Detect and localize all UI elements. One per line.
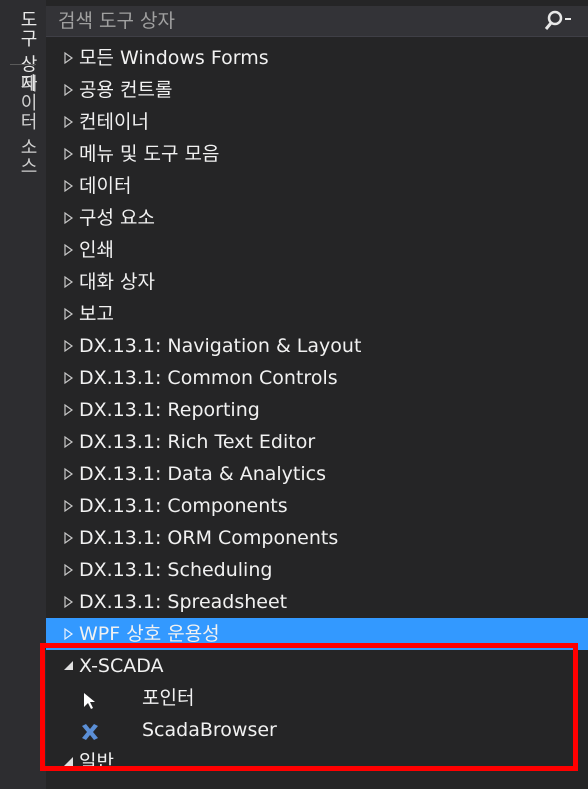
search-input[interactable] bbox=[58, 6, 518, 36]
expand-triangle-icon[interactable] bbox=[62, 266, 76, 298]
group-dx-scheduling[interactable]: DX.13.1: Scheduling bbox=[46, 554, 588, 586]
expand-triangle-icon[interactable] bbox=[62, 42, 76, 74]
scadabrowser-icon bbox=[80, 720, 100, 740]
expand-triangle-icon[interactable] bbox=[62, 426, 76, 458]
group-dx-spreadsheet[interactable]: DX.13.1: Spreadsheet bbox=[46, 586, 588, 618]
tab-datasource[interactable]: 데이터 소스 bbox=[14, 74, 40, 176]
expand-triangle-icon[interactable] bbox=[62, 330, 76, 362]
expand-triangle-icon[interactable] bbox=[62, 74, 76, 106]
expand-triangle-icon[interactable] bbox=[62, 458, 76, 490]
toolbox-tree: 모든 Windows Forms 공용 컨트롤 컨테이너 메뉴 및 도구 모음 … bbox=[46, 42, 588, 778]
group-dx-common-controls[interactable]: DX.13.1: Common Controls bbox=[46, 362, 588, 394]
expand-triangle-icon[interactable] bbox=[62, 202, 76, 234]
group-dx-rich-text-editor[interactable]: DX.13.1: Rich Text Editor bbox=[46, 426, 588, 458]
group-printing[interactable]: 인쇄 bbox=[46, 234, 588, 266]
expand-triangle-icon[interactable] bbox=[62, 234, 76, 266]
group-containers[interactable]: 컨테이너 bbox=[46, 106, 588, 138]
toolbox-item-scadabrowser[interactable]: ScadaBrowser bbox=[46, 714, 588, 746]
expand-triangle-icon[interactable] bbox=[62, 362, 76, 394]
group-data[interactable]: 데이터 bbox=[46, 170, 588, 202]
expand-triangle-icon[interactable] bbox=[62, 106, 76, 138]
group-x-scada[interactable]: X-SCADA bbox=[46, 650, 588, 682]
group-menus-toolbars[interactable]: 메뉴 및 도구 모음 bbox=[46, 138, 588, 170]
collapse-triangle-icon[interactable] bbox=[62, 650, 76, 682]
group-common-controls[interactable]: 공용 컨트롤 bbox=[46, 74, 588, 106]
group-wpf-interop[interactable]: WPF 상호 운용성 bbox=[46, 618, 588, 650]
expand-triangle-icon[interactable] bbox=[62, 618, 76, 650]
group-all-windows-forms[interactable]: 모든 Windows Forms bbox=[46, 42, 588, 74]
group-dx-components[interactable]: DX.13.1: Components bbox=[46, 490, 588, 522]
expand-triangle-icon[interactable] bbox=[62, 170, 76, 202]
group-reporting-kr[interactable]: 보고 bbox=[46, 298, 588, 330]
group-dx-orm-components[interactable]: DX.13.1: ORM Components bbox=[46, 522, 588, 554]
expand-triangle-icon[interactable] bbox=[62, 394, 76, 426]
group-dx-data-analytics[interactable]: DX.13.1: Data & Analytics bbox=[46, 458, 588, 490]
expand-triangle-icon[interactable] bbox=[62, 490, 76, 522]
expand-triangle-icon[interactable] bbox=[62, 298, 76, 330]
group-components[interactable]: 구성 요소 bbox=[46, 202, 588, 234]
group-general[interactable]: 일반 bbox=[46, 746, 588, 778]
tab-divider bbox=[10, 64, 36, 65]
toolbox-search-bar bbox=[46, 6, 588, 37]
group-dx-navigation-layout[interactable]: DX.13.1: Navigation & Layout bbox=[46, 330, 588, 362]
pointer-arrow-icon bbox=[80, 688, 100, 709]
expand-triangle-icon[interactable] bbox=[62, 138, 76, 170]
toolbox-item-pointer[interactable]: 포인터 bbox=[46, 682, 588, 714]
side-tab-strip: 도구 상자 데이터 소스 bbox=[0, 0, 46, 789]
search-icon[interactable] bbox=[544, 9, 574, 35]
group-dialogs[interactable]: 대화 상자 bbox=[46, 266, 588, 298]
expand-triangle-icon[interactable] bbox=[62, 522, 76, 554]
expand-triangle-icon[interactable] bbox=[62, 586, 76, 618]
collapse-triangle-icon[interactable] bbox=[62, 746, 76, 778]
group-dx-reporting[interactable]: DX.13.1: Reporting bbox=[46, 394, 588, 426]
expand-triangle-icon[interactable] bbox=[62, 554, 76, 586]
